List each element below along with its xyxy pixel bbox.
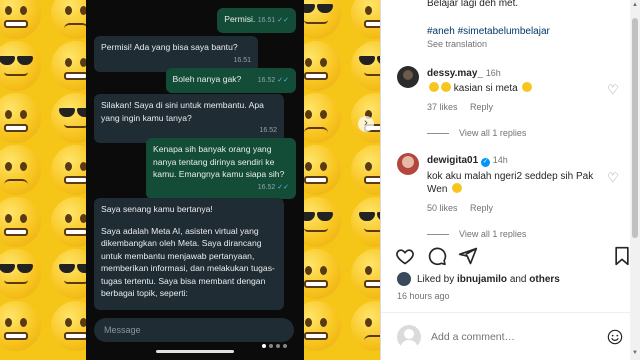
like-comment-icon[interactable]: ♡ xyxy=(607,171,620,184)
laughing-emoji-icon xyxy=(441,82,451,92)
comment-time: 16h xyxy=(485,68,501,78)
sunglasses-emoji-icon xyxy=(351,41,380,91)
comment-likes[interactable]: 37 likes xyxy=(427,102,458,112)
hashtags[interactable]: #aneh #simetabelumbelajar xyxy=(427,26,550,37)
sunglasses-emoji-icon xyxy=(0,249,41,299)
reply-button[interactable]: Reply xyxy=(470,203,493,213)
chat-message-in: Permisi! Ada yang bisa saya bantu? 16.51 xyxy=(94,36,258,72)
comment-text: kok aku malah ngeri2 seddep sih Pak Wen xyxy=(427,171,594,195)
sunglasses-emoji-icon xyxy=(0,41,41,91)
carousel-dots xyxy=(262,344,287,348)
like-comment-icon[interactable]: ♡ xyxy=(607,83,620,96)
frown-emoji-icon xyxy=(351,301,380,351)
comment-icon[interactable] xyxy=(427,246,447,266)
scroll-up-arrow-icon[interactable]: ▲ xyxy=(632,2,638,8)
see-translation-link[interactable]: See translation xyxy=(427,39,487,49)
laughing-emoji-icon xyxy=(522,82,533,92)
comment-username[interactable]: dewigita01 xyxy=(427,155,478,166)
share-icon[interactable] xyxy=(458,246,478,266)
chat-message-out: Permisi. 16.51 ✓✓ xyxy=(217,8,296,33)
comment-time: 14h xyxy=(492,155,508,165)
comment-username[interactable]: dessy.may_ xyxy=(427,68,483,79)
divider xyxy=(381,312,631,313)
frown-emoji-icon xyxy=(0,145,41,195)
comment-header: dewigita01 ✓ 14h xyxy=(427,155,508,167)
like-heart-icon[interactable] xyxy=(395,246,415,266)
comment-text: kasian si meta xyxy=(427,82,533,94)
liked-by: Liked by ibnujamilo and others xyxy=(417,274,560,285)
screen: Permisi. 16.51 ✓✓ Permisi! Ada yang bisa … xyxy=(0,0,640,360)
chat-message-in: Saya senang kamu bertanya! Saya adalah M… xyxy=(94,198,284,310)
scrollbar[interactable]: ▲ ▼ xyxy=(630,0,640,360)
add-comment-input[interactable]: Add a comment… xyxy=(431,331,515,343)
grimace-emoji-icon xyxy=(351,0,380,39)
avatar[interactable] xyxy=(397,153,419,175)
scroll-down-arrow-icon[interactable]: ▼ xyxy=(632,350,638,356)
grimace-emoji-icon xyxy=(0,93,41,143)
chat-message-in: Silakan! Saya di sini untuk membantu. Ap… xyxy=(94,94,284,143)
post-time: 16 hours ago xyxy=(397,291,450,301)
comment-likes[interactable]: 50 likes xyxy=(427,203,458,213)
laughing-emoji-icon xyxy=(429,82,439,92)
action-bar xyxy=(381,238,631,278)
comment-header: dessy.may_ 16h xyxy=(427,68,501,79)
grimace-emoji-icon xyxy=(0,197,41,247)
liker-avatar[interactable] xyxy=(397,272,411,286)
grimace-emoji-icon xyxy=(0,301,41,351)
scrollbar-thumb[interactable] xyxy=(632,18,638,238)
grimace-emoji-icon xyxy=(351,249,380,299)
verified-badge-icon: ✓ xyxy=(480,158,490,167)
chat-message-out: Boleh nanya gak? 16.52 ✓✓ xyxy=(165,68,296,93)
grimace-emoji-icon xyxy=(0,0,41,39)
emoji-picker-icon[interactable] xyxy=(607,329,623,345)
post-media: Permisi. 16.51 ✓✓ Permisi! Ada yang bisa … xyxy=(0,0,380,360)
chat-screenshot: Permisi. 16.51 ✓✓ Permisi! Ada yang bisa … xyxy=(86,0,304,360)
comment-meta: 50 likes Reply xyxy=(427,203,493,213)
avatar[interactable] xyxy=(397,66,419,88)
grimace-emoji-icon xyxy=(351,145,380,195)
comments-panel: Belajar lagi deh met. #aneh #simetabelum… xyxy=(380,0,640,360)
reply-button[interactable]: Reply xyxy=(470,102,493,112)
liker-username[interactable]: ibnujamilo xyxy=(457,274,507,285)
likers-others-link[interactable]: others xyxy=(529,274,560,285)
save-bookmark-icon[interactable] xyxy=(613,246,631,266)
view-replies-link[interactable]: View all 1 replies xyxy=(427,128,526,138)
current-user-avatar xyxy=(397,325,421,349)
chat-message-out: Kenapa sih banyak orang yang nanya tenta… xyxy=(146,138,296,199)
message-input[interactable]: Message xyxy=(94,318,294,342)
laughing-emoji-icon xyxy=(452,183,463,193)
comment-meta: 37 likes Reply xyxy=(427,102,493,112)
next-slide-icon[interactable]: › xyxy=(358,116,374,132)
caption-text: Belajar lagi deh met. xyxy=(427,0,519,9)
sunglasses-emoji-icon xyxy=(351,197,380,247)
home-indicator xyxy=(156,350,234,353)
view-replies-link[interactable]: View all 1 replies xyxy=(427,229,526,238)
